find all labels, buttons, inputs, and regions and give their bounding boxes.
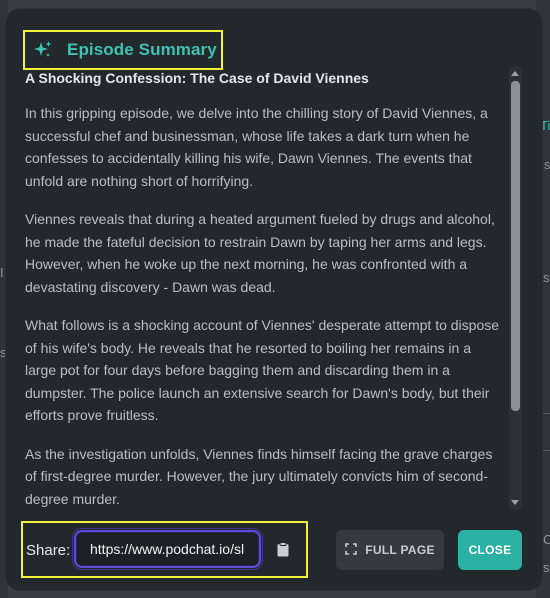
expand-icon — [345, 542, 358, 558]
modal-title: Episode Summary — [67, 40, 217, 59]
background-text-fragment: s — [543, 560, 550, 575]
background-text-fragment: s — [543, 270, 550, 285]
full-page-label: FULL PAGE — [365, 543, 435, 557]
scroll-down-arrow-icon[interactable] — [511, 500, 519, 505]
close-button[interactable]: CLOSE — [458, 530, 522, 570]
share-section: Share: https://www.podchat.io/sl — [21, 521, 308, 578]
clipboard-icon[interactable] — [277, 542, 289, 562]
summary-paragraph: In this gripping episode, we delve into … — [25, 105, 488, 189]
scrollbar-thumb[interactable] — [511, 81, 520, 411]
scroll-up-arrow-icon[interactable] — [511, 71, 519, 76]
share-label: Share: — [26, 542, 71, 559]
modal-header: Episode Summary — [23, 30, 223, 70]
share-url-input[interactable]: https://www.podchat.io/sl — [74, 530, 261, 568]
summary-paragraph: As the investigation unfolds, Viennes fi… — [25, 445, 493, 507]
background-text-fragment: I — [0, 265, 4, 280]
summary-heading: A Shocking Confession: The Case of David… — [25, 70, 369, 86]
background-text-fragment: C — [543, 532, 550, 547]
close-label: CLOSE — [468, 543, 512, 557]
summary-content[interactable]: A Shocking Confession: The Case of David… — [25, 68, 505, 508]
sparkles-icon — [33, 40, 53, 60]
background-text-fragment: s — [544, 157, 550, 172]
summary-paragraph: What follows is a shocking account of Vi… — [25, 317, 500, 423]
summary-paragraph: Viennes reveals that during a heated arg… — [25, 211, 495, 295]
content-scrollbar[interactable] — [509, 67, 522, 509]
full-page-button[interactable]: FULL PAGE — [336, 530, 444, 570]
